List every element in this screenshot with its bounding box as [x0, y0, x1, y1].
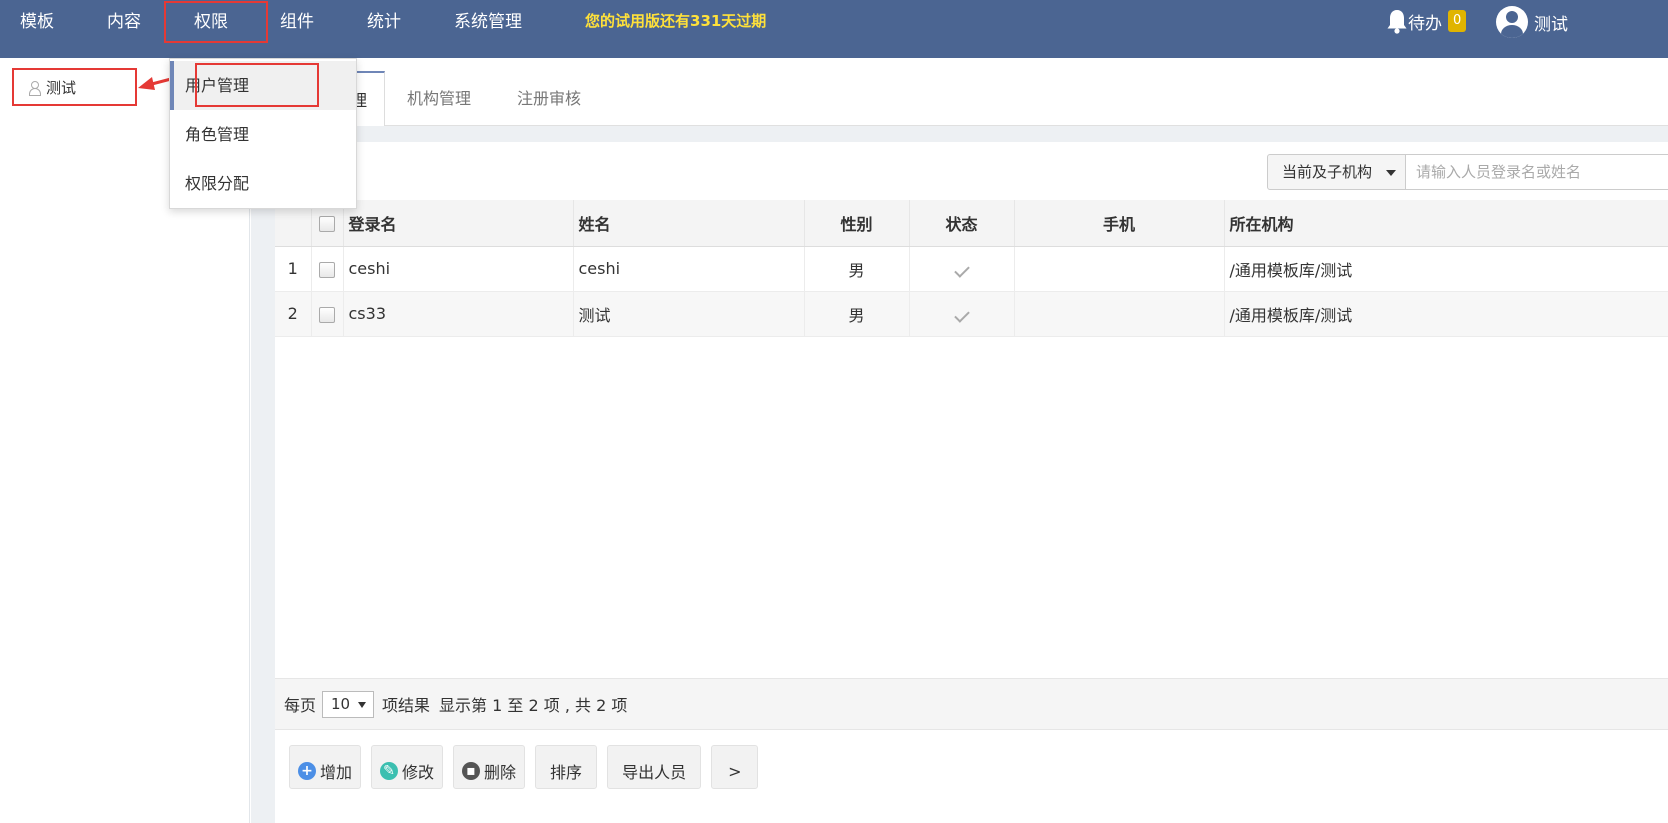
search-bar: 当前及子机构 — [1267, 154, 1668, 190]
tab-registration-review[interactable]: 注册审核 — [517, 71, 581, 126]
user-list-panel: 当前及子机构 登录名 姓名 性别 状态 手机 所在机构 — [275, 142, 1668, 823]
todo-count-badge: 0 — [1448, 10, 1467, 32]
top-navbar: 模板 内容 权限 组件 统计 系统管理 您的试用版还有331天过期 待办 0 测… — [0, 0, 1668, 58]
add-button[interactable]: + 增加 — [289, 745, 362, 789]
edit-button[interactable]: ✎ 修改 — [371, 745, 444, 789]
pencil-icon: ✎ — [380, 762, 399, 780]
table-row[interactable]: 2 cs33 测试 男 /通用模板库/测试 — [275, 291, 1668, 337]
edit-label: 修改 — [402, 763, 435, 782]
plus-icon: + — [298, 762, 316, 780]
scope-select-value: 当前及子机构 — [1282, 163, 1373, 181]
export-users-button[interactable]: 导出人员 — [607, 745, 702, 789]
per-page-label: 每页 — [284, 696, 317, 715]
header-gender[interactable]: 性别 — [804, 200, 910, 247]
page-size-select[interactable]: 10 — [322, 690, 375, 718]
search-input[interactable] — [1406, 154, 1668, 190]
add-label: 增加 — [320, 763, 353, 782]
bell-icon — [1387, 10, 1407, 34]
row-checkbox-cell — [311, 291, 344, 337]
cell-gender: 男 — [804, 246, 910, 292]
caret-down-icon — [1386, 170, 1396, 176]
cell-login: ceshi — [343, 246, 574, 292]
pagination-bar: 每页 10 项结果 显示第 1 至 2 项 , 共 2 项 — [275, 678, 1668, 730]
tab-org-management[interactable]: 机构管理 — [407, 71, 471, 126]
header-org[interactable]: 所在机构 — [1224, 200, 1668, 247]
page-size-value: 10 — [331, 694, 351, 713]
menu-item-user-management[interactable]: 用户管理 — [170, 61, 356, 110]
cell-login: cs33 — [343, 291, 574, 337]
header-login[interactable]: 登录名 — [343, 200, 574, 247]
user-table: 登录名 姓名 性别 状态 手机 所在机构 1 ceshi ceshi 男 /通用… — [275, 200, 1668, 337]
more-button[interactable]: > — [711, 745, 759, 789]
menu-item-permission-assignment[interactable]: 权限分配 — [170, 159, 356, 208]
permission-dropdown-menu: 用户管理 角色管理 权限分配 — [169, 58, 357, 209]
menu-item-role-management[interactable]: 角色管理 — [170, 110, 356, 159]
main-content: 理 机构管理 注册审核 当前及子机构 登录名 姓名 — [251, 58, 1668, 823]
delete-button[interactable]: ▪ 删除 — [453, 745, 526, 789]
user-name: 测试 — [1534, 14, 1568, 35]
trial-notice: 您的试用版还有331天过期 — [585, 12, 767, 30]
select-all-checkbox[interactable] — [319, 215, 335, 232]
cell-org: /通用模板库/测试 — [1224, 246, 1668, 292]
nav-item-system[interactable]: 系统管理 — [434, 0, 542, 44]
delete-label: 删除 — [484, 763, 517, 782]
tree-node-test[interactable]: 测试 — [12, 68, 137, 106]
nav-item-statistics[interactable]: 统计 — [347, 0, 421, 44]
user-icon — [28, 80, 41, 96]
nav-item-content[interactable]: 内容 — [87, 0, 161, 44]
table-header-row: 登录名 姓名 性别 状态 手机 所在机构 — [275, 200, 1668, 247]
cell-status — [909, 291, 1015, 337]
tab-bar: 理 机构管理 注册审核 — [251, 58, 1668, 126]
header-phone[interactable]: 手机 — [1014, 200, 1225, 247]
row-checkbox[interactable] — [319, 261, 335, 278]
header-name[interactable]: 姓名 — [573, 200, 805, 247]
table-row[interactable]: 1 ceshi ceshi 男 /通用模板库/测试 — [275, 246, 1668, 292]
todo-label: 待办 — [1408, 13, 1442, 34]
cell-name: ceshi — [573, 246, 805, 292]
header-status[interactable]: 状态 — [909, 200, 1015, 247]
cell-name: 测试 — [573, 291, 805, 337]
row-index: 1 — [275, 246, 312, 292]
row-index: 2 — [275, 291, 312, 337]
caret-down-icon — [358, 701, 367, 708]
avatar-icon — [1496, 6, 1528, 38]
nav-item-components[interactable]: 组件 — [260, 0, 334, 44]
row-checkbox-cell — [311, 246, 344, 292]
cell-gender: 男 — [804, 291, 910, 337]
page-summary: 显示第 1 至 2 项 , 共 2 项 — [439, 696, 628, 715]
todo-button[interactable]: 待办 0 — [1386, 6, 1467, 36]
cell-phone — [1014, 246, 1225, 292]
check-icon — [953, 307, 970, 323]
sort-button[interactable]: 排序 — [535, 745, 598, 789]
check-icon — [953, 262, 970, 278]
cell-status — [909, 246, 1015, 292]
user-menu[interactable]: 测试 — [1496, 5, 1568, 39]
trash-icon: ▪ — [462, 762, 481, 780]
row-checkbox[interactable] — [319, 306, 335, 323]
tree-node-label: 测试 — [46, 78, 77, 97]
nav-item-template[interactable]: 模板 — [0, 0, 74, 44]
scope-select[interactable]: 当前及子机构 — [1267, 154, 1406, 190]
cell-org: /通用模板库/测试 — [1224, 291, 1668, 337]
result-label: 项结果 — [382, 696, 431, 715]
cell-phone — [1014, 291, 1225, 337]
nav-item-permission[interactable]: 权限 — [164, 1, 268, 43]
action-toolbar: + 增加 ✎ 修改 ▪ 删除 排序 导出人员 > — [289, 745, 768, 789]
